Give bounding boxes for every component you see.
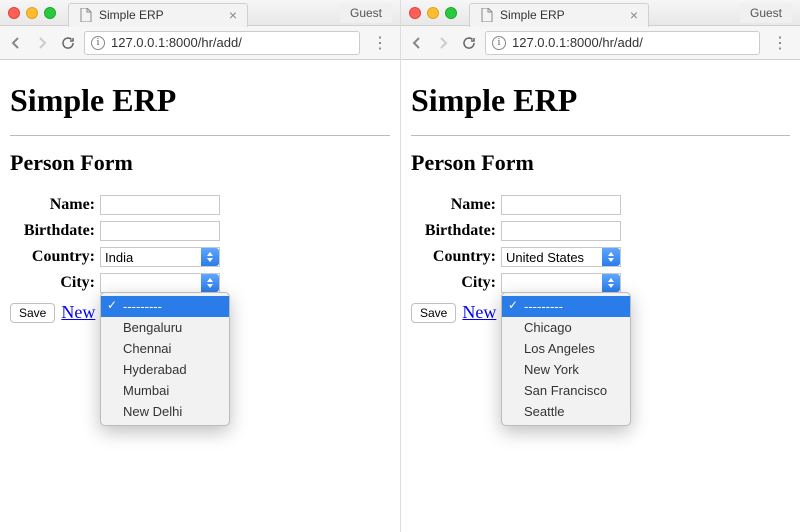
dropdown-option[interactable]: New York — [502, 359, 630, 380]
browser-menu-icon[interactable]: ⋮ — [366, 33, 394, 53]
browser-menu-icon[interactable]: ⋮ — [766, 33, 794, 53]
url-text: 127.0.0.1:8000/hr/add/ — [512, 35, 643, 50]
site-info-icon[interactable]: i — [91, 36, 105, 50]
birthdate-label: Birthdate: — [10, 222, 100, 240]
close-window-icon[interactable] — [409, 7, 421, 19]
maximize-window-icon[interactable] — [445, 7, 457, 19]
window-controls — [8, 7, 56, 19]
dropdown-option[interactable]: San Francisco — [502, 380, 630, 401]
tab-title: Simple ERP — [500, 8, 565, 22]
browser-tab[interactable]: Simple ERP × — [68, 3, 248, 27]
country-select[interactable]: India — [100, 247, 220, 267]
city-select[interactable] — [100, 273, 220, 293]
dropdown-option[interactable]: Los Angeles — [502, 338, 630, 359]
browser-tab[interactable]: Simple ERP × — [469, 3, 649, 27]
tab-close-icon[interactable]: × — [630, 7, 638, 23]
browser-toolbar: i 127.0.0.1:8000/hr/add/ ⋮ — [0, 26, 400, 60]
country-label: Country: — [10, 248, 100, 266]
page-title: Simple ERP — [411, 82, 790, 119]
window-controls — [409, 7, 457, 19]
country-select-value: United States — [506, 250, 584, 265]
maximize-window-icon[interactable] — [44, 7, 56, 19]
profile-badge[interactable]: Guest — [740, 3, 792, 23]
forward-button — [32, 33, 52, 53]
dropdown-option[interactable]: Hyderabad — [101, 359, 229, 380]
form-title: Person Form — [10, 150, 390, 176]
dropdown-option[interactable]: --------- — [502, 296, 630, 317]
city-dropdown-menu: --------- Chicago Los Angeles New York S… — [501, 292, 631, 426]
city-label: City: — [10, 274, 100, 292]
site-info-icon[interactable]: i — [492, 36, 506, 50]
dropdown-option[interactable]: New Delhi — [101, 401, 229, 422]
new-link[interactable]: New — [462, 302, 496, 323]
select-arrow-icon — [201, 274, 219, 292]
back-button[interactable] — [6, 33, 26, 53]
city-select[interactable] — [501, 273, 621, 293]
save-button[interactable]: Save — [10, 303, 55, 323]
select-arrow-icon — [602, 274, 620, 292]
birthdate-input[interactable] — [501, 221, 621, 241]
profile-badge[interactable]: Guest — [340, 3, 392, 23]
dropdown-option[interactable]: --------- — [101, 296, 229, 317]
minimize-window-icon[interactable] — [26, 7, 38, 19]
back-button[interactable] — [407, 33, 427, 53]
page-icon — [79, 8, 93, 22]
country-label: Country: — [411, 248, 501, 266]
country-select-value: India — [105, 250, 133, 265]
divider — [10, 135, 390, 136]
page-title: Simple ERP — [10, 82, 390, 119]
save-button[interactable]: Save — [411, 303, 456, 323]
form-title: Person Form — [411, 150, 790, 176]
select-arrow-icon — [602, 248, 620, 266]
name-input[interactable] — [501, 195, 621, 215]
dropdown-option[interactable]: Bengaluru — [101, 317, 229, 338]
country-select[interactable]: United States — [501, 247, 621, 267]
dropdown-option[interactable]: Mumbai — [101, 380, 229, 401]
birthdate-label: Birthdate: — [411, 222, 501, 240]
tab-close-icon[interactable]: × — [229, 7, 237, 23]
name-label: Name: — [10, 196, 100, 214]
browser-toolbar: i 127.0.0.1:8000/hr/add/ ⋮ — [401, 26, 800, 60]
dropdown-option[interactable]: Chennai — [101, 338, 229, 359]
name-input[interactable] — [100, 195, 220, 215]
name-label: Name: — [411, 196, 501, 214]
page-icon — [480, 8, 494, 22]
window-titlebar: Simple ERP × Guest — [0, 0, 400, 26]
new-link[interactable]: New — [61, 302, 95, 323]
dropdown-option[interactable]: Chicago — [502, 317, 630, 338]
divider — [411, 135, 790, 136]
tab-title: Simple ERP — [99, 8, 164, 22]
minimize-window-icon[interactable] — [427, 7, 439, 19]
address-bar[interactable]: i 127.0.0.1:8000/hr/add/ — [485, 31, 760, 55]
birthdate-input[interactable] — [100, 221, 220, 241]
url-text: 127.0.0.1:8000/hr/add/ — [111, 35, 242, 50]
forward-button — [433, 33, 453, 53]
city-label: City: — [411, 274, 501, 292]
city-dropdown-menu: --------- Bengaluru Chennai Hyderabad Mu… — [100, 292, 230, 426]
close-window-icon[interactable] — [8, 7, 20, 19]
address-bar[interactable]: i 127.0.0.1:8000/hr/add/ — [84, 31, 360, 55]
reload-button[interactable] — [58, 33, 78, 53]
dropdown-option[interactable]: Seattle — [502, 401, 630, 422]
select-arrow-icon — [201, 248, 219, 266]
window-titlebar: Simple ERP × Guest — [401, 0, 800, 26]
reload-button[interactable] — [459, 33, 479, 53]
